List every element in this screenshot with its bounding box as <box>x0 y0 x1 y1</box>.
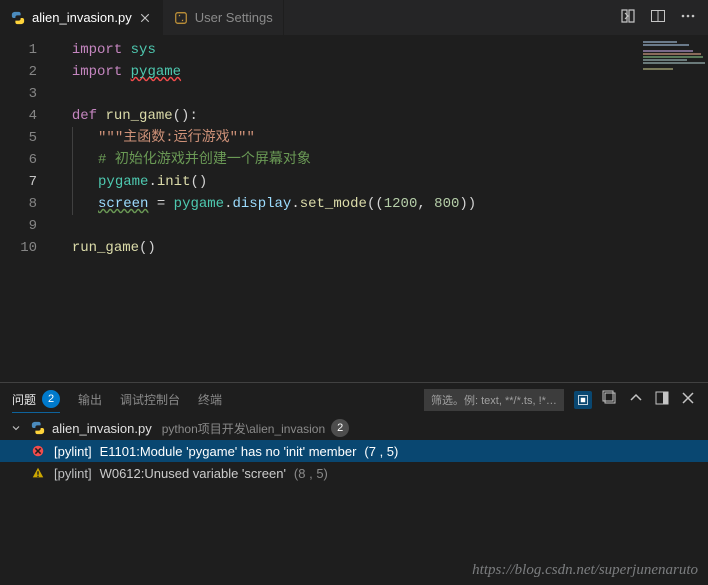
editor-tab[interactable]: alien_invasion.py <box>0 0 163 35</box>
more-icon[interactable] <box>680 8 696 27</box>
settings-json-icon <box>173 10 189 26</box>
problem-message: W0612:Unused variable 'screen' <box>100 466 286 481</box>
toggle-layout-icon[interactable] <box>654 390 670 409</box>
collapse-all-icon[interactable] <box>602 390 618 409</box>
code-editor[interactable]: 12345678910 import sys import pygame def… <box>0 35 708 382</box>
problems-filter-input[interactable]: 筛选。例: text, **/*.ts, !**/... <box>424 389 564 411</box>
tab-label: alien_invasion.py <box>32 10 132 25</box>
problem-source: [pylint] <box>54 444 92 459</box>
python-file-icon <box>10 10 26 26</box>
problem-item[interactable]: [pylint] W0612:Unused variable 'screen' (8… <box>0 462 708 484</box>
panel-actions: 筛选。例: text, **/*.ts, !**/... <box>424 389 696 411</box>
chevron-up-icon[interactable] <box>628 390 644 409</box>
split-editor-icon[interactable] <box>650 8 666 27</box>
editor-tab-bar: alien_invasion.py User Settings <box>0 0 708 35</box>
panel-tab-badge: 2 <box>42 390 60 408</box>
panel-tab-bar: 问题 2 输出 调试控制台 终端 筛选。例: text, **/*.ts, !**/..… <box>0 383 708 416</box>
panel-tab-label: 问题 <box>12 391 36 408</box>
problem-location: (8 , 5) <box>294 466 328 481</box>
problem-location: (7 , 5) <box>364 444 398 459</box>
problems-file-path: python项目开发\alien_invasion <box>162 420 325 437</box>
compare-icon[interactable] <box>620 8 636 27</box>
problems-list[interactable]: alien_invasion.py python项目开发\alien_invas… <box>0 416 708 585</box>
close-icon[interactable] <box>680 390 696 409</box>
problems-filter-placeholder: 筛选。例: text, **/*.ts, !**/... <box>431 392 557 408</box>
problems-file-name: alien_invasion.py <box>52 421 152 436</box>
line-number-gutter: 12345678910 <box>0 35 55 382</box>
panel-tab[interactable]: 问题 2 <box>12 386 60 413</box>
watermark-text: https://blog.csdn.net/superjunenaruto <box>472 562 698 579</box>
problem-message: E1101:Module 'pygame' has no 'init' memb… <box>100 444 357 459</box>
panel-tab-label: 输出 <box>78 391 102 408</box>
panel-tab-label: 调试控制台 <box>120 391 180 408</box>
error-icon <box>30 443 46 459</box>
tab-label: User Settings <box>195 10 273 25</box>
chevron-down-icon[interactable] <box>8 420 24 436</box>
python-file-icon <box>30 420 46 436</box>
panel-tab[interactable]: 输出 <box>78 386 102 413</box>
warning-icon <box>30 465 46 481</box>
editor-tab[interactable]: User Settings <box>163 0 284 35</box>
title-actions <box>620 0 708 35</box>
filter-ext-icon[interactable] <box>574 391 592 409</box>
minimap[interactable] <box>638 35 708 382</box>
problems-file-group[interactable]: alien_invasion.py python项目开发\alien_invas… <box>0 416 708 440</box>
close-icon[interactable] <box>138 11 152 25</box>
panel-tab[interactable]: 终端 <box>198 386 222 413</box>
problem-source: [pylint] <box>54 466 92 481</box>
panel-tab[interactable]: 调试控制台 <box>120 386 180 413</box>
panel-tab-label: 终端 <box>198 391 222 408</box>
problem-item[interactable]: [pylint] E1101:Module 'pygame' has no 'in… <box>0 440 708 462</box>
code-area[interactable]: import sys import pygame def run_game():… <box>55 35 708 382</box>
bottom-panel: 问题 2 输出 调试控制台 终端 筛选。例: text, **/*.ts, !**/..… <box>0 382 708 585</box>
problems-file-count: 2 <box>331 419 349 437</box>
